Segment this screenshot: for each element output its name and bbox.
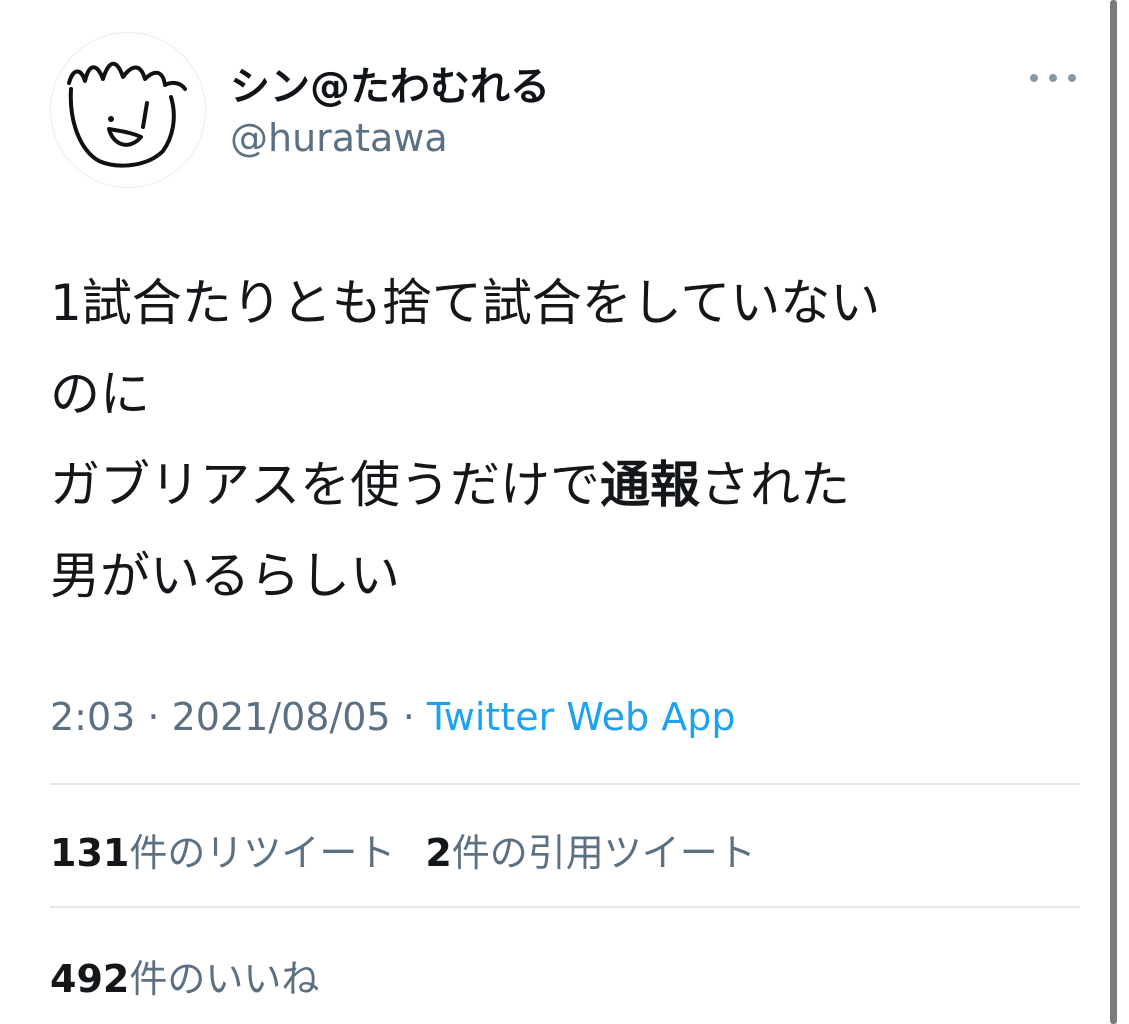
tweet-time[interactable]: 2:03 [50,695,135,739]
tweet-line-3: ガブリアスを使うだけで通報された [50,440,1100,531]
meta-separator: · [390,695,427,739]
retweet-quote-stats: 131件のリツイート 2件の引用ツイート [50,822,756,877]
likes-stats: 492件のいいね [50,948,319,1003]
retweets-stat[interactable]: 131件のリツイート [50,831,395,875]
likes-count: 492 [50,957,130,1001]
likes-stat[interactable]: 492件のいいね [50,957,319,1001]
display-name[interactable]: シン@たわむれる [230,54,550,112]
scrollbar[interactable] [1110,0,1117,1024]
avatar-face-drawing [67,61,187,168]
tweet-bold-word: 通報 [600,456,700,514]
divider [50,906,1080,908]
quotes-stat[interactable]: 2件の引用ツイート [425,831,755,875]
tweet-line-4: 男がいるらしい [50,547,400,605]
tweet-line-3-end: された [700,456,850,514]
tweet-line-2: のに [50,365,150,423]
more-dot [1030,74,1038,82]
meta-separator: · [135,695,172,739]
tweet-text: 1試合たりとも捨て試合をしていない のに ガブリアスを使うだけで通報された 男が… [50,258,1100,622]
user-handle[interactable]: @huratawa [230,116,448,160]
quotes-label: 件の引用ツイート [451,831,756,875]
retweets-count: 131 [50,831,130,875]
divider [50,783,1080,785]
tweet-date[interactable]: 2021/08/05 [172,695,391,739]
retweets-label: 件のリツイート [129,831,396,875]
tweet-line-1: 1試合たりとも捨て試合をしていない [50,274,881,332]
quotes-count: 2 [425,831,452,875]
avatar[interactable] [50,32,206,188]
more-dot [1049,74,1057,82]
more-dot [1068,74,1076,82]
tweet-line-3-start: ガブリアスを使うだけで [50,456,600,514]
likes-label: 件のいいね [129,957,320,1001]
tweet-meta: 2:03 · 2021/08/05 · Twitter Web App [50,695,735,739]
tweet-source-link[interactable]: Twitter Web App [427,695,736,739]
more-horizontal-icon[interactable] [1030,60,1076,96]
